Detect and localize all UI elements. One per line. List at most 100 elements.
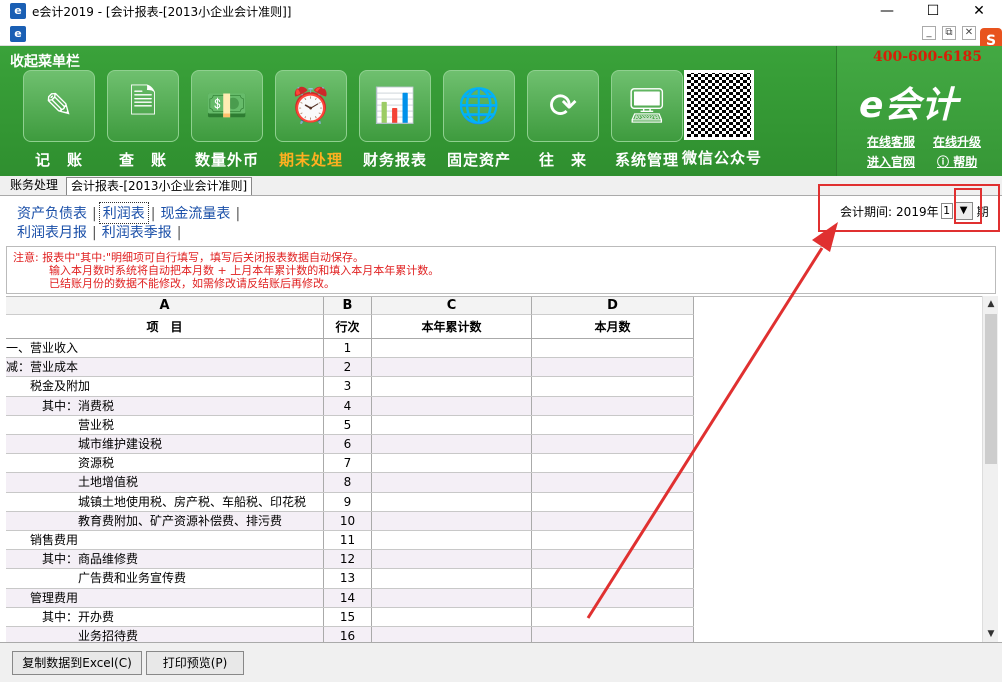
toolbar-item-2[interactable]: 💵 数量外币 (190, 70, 264, 170)
cell-ytd-input[interactable] (372, 607, 532, 626)
enter-website-link[interactable]: 进入官网 (867, 153, 915, 170)
tab-balance-sheet[interactable]: 资产负债表 (14, 203, 90, 223)
toolbar-item-6[interactable]: ⟳ 往 来 (526, 70, 600, 170)
cell-ytd-input[interactable] (372, 569, 532, 588)
cell-month-input[interactable] (532, 607, 694, 626)
cell-month-input[interactable] (532, 473, 694, 492)
cell-ytd-input[interactable] (372, 531, 532, 550)
cell-month-input[interactable] (532, 569, 694, 588)
cell-line-no: 15 (324, 607, 372, 626)
cell-item: 其中：商品维修费 (6, 550, 324, 569)
cell-month-input[interactable] (532, 588, 694, 607)
cell-month-input[interactable] (532, 454, 694, 473)
cell-month-input[interactable] (532, 377, 694, 396)
cell-line-no: 3 (324, 377, 372, 396)
cell-line-no: 11 (324, 531, 372, 550)
cell-ytd-input[interactable] (372, 511, 532, 530)
cell-line-no: 12 (324, 550, 372, 569)
cell-line-no: 13 (324, 569, 372, 588)
scroll-thumb[interactable] (985, 314, 997, 464)
mdi-document-icon[interactable]: e (10, 26, 26, 42)
tab-accounting-report[interactable]: 会计报表-[2013小企业会计准则] (66, 177, 253, 195)
cell-ytd-input[interactable] (372, 473, 532, 492)
cell-ytd-input[interactable] (372, 492, 532, 511)
notice-line-1: 注意: 报表中"其中:"明细项可自行填写，填写后关闭报表数据自动保存。 (13, 251, 365, 264)
table-row: 教育费附加、矿产资源补偿费、排污费 10 (6, 511, 694, 531)
help-link-label: 帮助 (953, 155, 978, 169)
print-preview-button[interactable]: 打印预览(P) (146, 651, 244, 675)
toolbar-item-0[interactable]: ✎ 记 账 (22, 70, 96, 170)
toolbar-item-3[interactable]: ⏰ 期末处理 (274, 70, 348, 170)
cell-month-input[interactable] (532, 531, 694, 550)
cell-month-input[interactable] (532, 492, 694, 511)
minimize-button[interactable]: — (864, 0, 910, 22)
tab-income-monthly[interactable]: 利润表月报 (14, 222, 90, 242)
app-logo-icon: e (10, 3, 26, 19)
cell-ytd-input[interactable] (372, 627, 532, 642)
cell-month-input[interactable] (532, 550, 694, 569)
table-row: 其中：开办费 15 (6, 607, 694, 627)
table-row: 城市维护建设税 6 (6, 435, 694, 455)
cell-ytd-input[interactable] (372, 435, 532, 454)
report-panel: 资产负债表 | 利润表 | 现金流量表 | 利润表月报 | 利润表季报 | 会计期间: 2019… (0, 184, 1002, 682)
cell-month-input[interactable] (532, 511, 694, 530)
maximize-button[interactable]: ☐ (910, 0, 956, 22)
cell-ytd-input[interactable] (372, 377, 532, 396)
online-service-link[interactable]: 在线客服 (867, 133, 915, 150)
mdi-close-icon[interactable]: ✕ (962, 26, 976, 40)
table-row: 业务招待费 16 (6, 627, 694, 642)
grid-scrollbar[interactable]: ▲ ▼ (982, 296, 998, 642)
cell-ytd-input[interactable] (372, 358, 532, 377)
cell-month-input[interactable] (532, 396, 694, 415)
cell-item: 减：营业成本 (6, 358, 324, 377)
toolbar-main: 收起菜单栏 ✎ 记 账 🗎 查 账 💵 数量外币 ⏰ 期末处理 📊 财务报表 🌐 固定资产 ⟳ 往 来 🖥 系… (0, 46, 836, 176)
globe-coins-icon: 🌐 (443, 70, 515, 142)
scroll-down-icon[interactable]: ▼ (983, 626, 999, 642)
mdi-restore-icon[interactable]: ⧉ (942, 26, 956, 40)
cell-item: 税金及附加 (6, 377, 324, 396)
table-row: 资源税 7 (6, 454, 694, 474)
toolbar-item-7[interactable]: 🖥 系统管理 (610, 70, 684, 170)
close-button[interactable]: ✕ (956, 0, 1002, 22)
toolbar-item-4[interactable]: 📊 财务报表 (358, 70, 432, 170)
cell-ytd-input[interactable] (372, 588, 532, 607)
bottom-bar: 复制数据到Excel(C) 打印预览(P) (0, 642, 1002, 682)
cell-ytd-input[interactable] (372, 396, 532, 415)
document-chart-icon: 🗎 (107, 70, 179, 142)
cell-month-input[interactable] (532, 358, 694, 377)
collapse-menu-label[interactable]: 收起菜单栏 (10, 51, 80, 71)
cell-line-no: 10 (324, 511, 372, 530)
toolbar-item-8[interactable]: 微信公众号 (682, 70, 761, 168)
cell-item: 教育费附加、矿产资源补偿费、排污费 (6, 511, 324, 530)
scroll-up-icon[interactable]: ▲ (983, 296, 999, 312)
cell-ytd-input[interactable] (372, 454, 532, 473)
col-title-item: 项 目 (6, 315, 324, 339)
cell-line-no: 2 (324, 358, 372, 377)
online-upgrade-link[interactable]: 在线升级 (933, 133, 981, 150)
cell-month-input[interactable] (532, 339, 694, 358)
mdi-minimize-icon[interactable]: _ (922, 26, 936, 40)
cell-month-input[interactable] (532, 627, 694, 642)
cell-ytd-input[interactable] (372, 550, 532, 569)
toolbar-item-label: 财务报表 (362, 151, 427, 169)
tab-income-statement[interactable]: 利润表 (98, 202, 149, 224)
cell-ytd-input[interactable] (372, 415, 532, 434)
table-row: 减：营业成本 2 (6, 358, 694, 378)
notice-line-2: 输入本月数时系统将自动把本月数 + 上月本年累计数的和填入本月本年累计数。 (49, 264, 440, 277)
table-row: 销售费用 11 (6, 531, 694, 551)
cell-ytd-input[interactable] (372, 339, 532, 358)
tab-income-quarterly[interactable]: 利润表季报 (99, 222, 175, 242)
tab-ledger[interactable]: 账务处理 (6, 177, 62, 195)
help-icon: ⓘ (937, 155, 954, 169)
help-link[interactable]: ⓘ 帮助 (937, 153, 977, 170)
tab-cash-flow[interactable]: 现金流量表 (157, 203, 233, 223)
cell-line-no: 5 (324, 415, 372, 434)
toolbar-item-1[interactable]: 🗎 查 账 (106, 70, 180, 170)
cell-month-input[interactable] (532, 435, 694, 454)
cell-line-no: 4 (324, 396, 372, 415)
cell-month-input[interactable] (532, 415, 694, 434)
notice-line-3: 已结账月份的数据不能修改，如需修改请反结账后再修改。 (49, 277, 335, 290)
toolbar-item-5[interactable]: 🌐 固定资产 (442, 70, 516, 170)
copy-to-excel-button[interactable]: 复制数据到Excel(C) (12, 651, 142, 675)
table-row: 税金及附加 3 (6, 377, 694, 397)
